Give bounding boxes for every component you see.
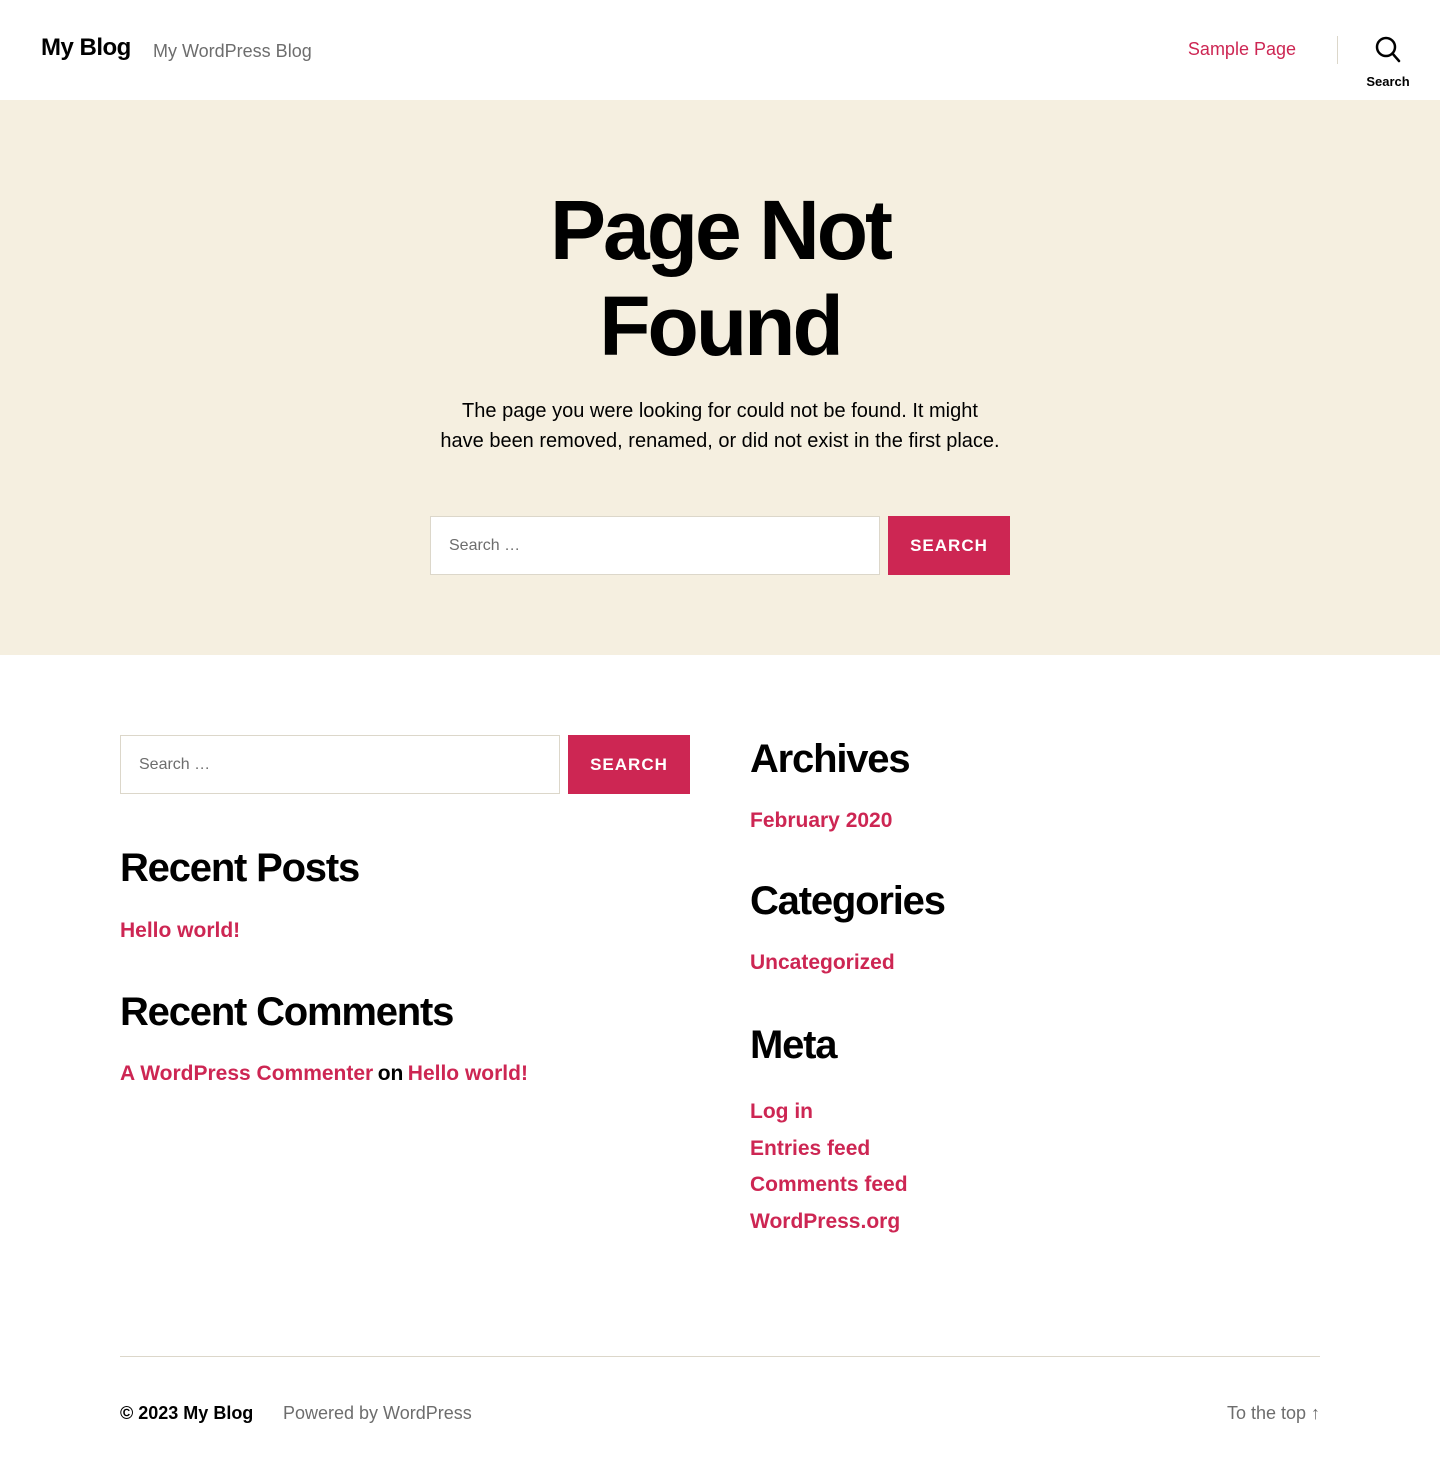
widgets-column-left: Search … Search Recent Posts Hello world… [120, 735, 690, 1086]
meta-wordpress-org-link[interactable]: WordPress.org [750, 1210, 900, 1233]
recent-posts-title: Recent Posts [120, 846, 360, 890]
category-link[interactable]: Uncategorized [750, 951, 895, 974]
comment-author-link[interactable]: A WordPress Commenter [120, 1062, 373, 1085]
recent-comment-item: A WordPress Commenter on Hello world! [120, 1062, 690, 1086]
footer-copyright[interactable]: © 2023 My Blog [120, 1403, 253, 1424]
widget-search-button[interactable]: Search [568, 735, 690, 794]
recent-post-link[interactable]: Hello world! [120, 919, 240, 942]
nav-sample-page-link[interactable]: Sample Page [1188, 39, 1296, 60]
archive-link[interactable]: February 2020 [750, 809, 892, 832]
site-header: My Blog My WordPress Blog Sample Page Se… [0, 0, 1440, 100]
to-the-top-link[interactable]: To the top ↑ [1227, 1403, 1320, 1424]
page-title: Page Not Found [549, 183, 893, 373]
hero-search-form: Search … Search [430, 516, 1010, 575]
widget-search-input[interactable]: Search … [120, 735, 560, 794]
hero-search-button[interactable]: Search [888, 516, 1010, 575]
footer-widgets: Search … Search Recent Posts Hello world… [0, 655, 1440, 1355]
not-found-hero: Page Not Found The page you were looking… [0, 100, 1440, 655]
search-toggle-button[interactable]: Search [1360, 36, 1416, 89]
search-icon [1360, 36, 1416, 64]
comment-post-link[interactable]: Hello world! [408, 1062, 528, 1085]
not-found-message: The page you were looking for could not … [440, 400, 1000, 452]
site-title-link[interactable]: My Blog [41, 34, 131, 62]
search-toggle-label: Search [1366, 74, 1410, 89]
meta-entries-feed-link[interactable]: Entries feed [750, 1137, 870, 1160]
meta-list: Log in Entries feed Comments feed WordPr… [750, 1095, 1320, 1241]
categories-title: Categories [750, 879, 946, 923]
widget-search-form: Search … Search [120, 735, 690, 794]
footer-powered-by-link[interactable]: Powered by WordPress [283, 1403, 472, 1424]
meta-comments-feed-link[interactable]: Comments feed [750, 1173, 908, 1196]
archives-title: Archives [750, 737, 911, 781]
hero-search-input[interactable]: Search … [430, 516, 880, 575]
meta-title: Meta [750, 1023, 838, 1067]
site-description: My WordPress Blog [153, 41, 312, 61]
meta-login-link[interactable]: Log in [750, 1100, 813, 1123]
footer-divider [120, 1356, 1320, 1357]
nav-separator [1337, 36, 1338, 64]
comment-on-text: on [377, 1062, 404, 1085]
widgets-column-right: Archives February 2020 Categories Uncate… [750, 735, 1320, 1241]
recent-comments-title: Recent Comments [120, 990, 454, 1034]
